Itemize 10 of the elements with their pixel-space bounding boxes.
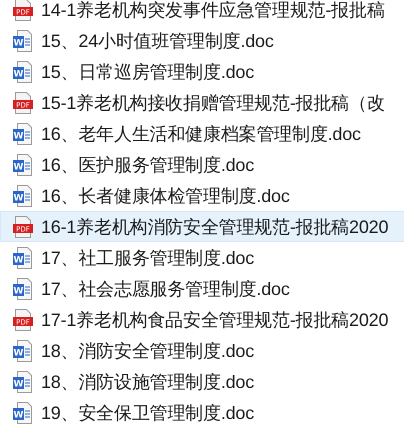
file-item[interactable]: W 15、24小时值班管理制度.doc (0, 25, 404, 56)
file-item[interactable]: W 15、日常巡房管理制度.doc (0, 56, 404, 87)
file-item[interactable]: W 19、安全保卫管理制度.doc (0, 397, 404, 428)
file-item[interactable]: W 16、老年人生活和健康档案管理制度.doc (0, 118, 404, 149)
file-item[interactable]: W 16、长者健康体检管理制度.doc (0, 180, 404, 211)
file-item[interactable]: W 18、消防设施管理制度.doc (0, 366, 404, 397)
file-item[interactable]: W 18、消防安全管理制度.doc (0, 335, 404, 366)
file-item[interactable]: W 16、医护服务管理制度.doc (0, 149, 404, 180)
file-item[interactable]: W 17、社会志愿服务管理制度.doc (0, 273, 404, 304)
file-item[interactable]: W 17、社工服务管理制度.doc (0, 242, 404, 273)
